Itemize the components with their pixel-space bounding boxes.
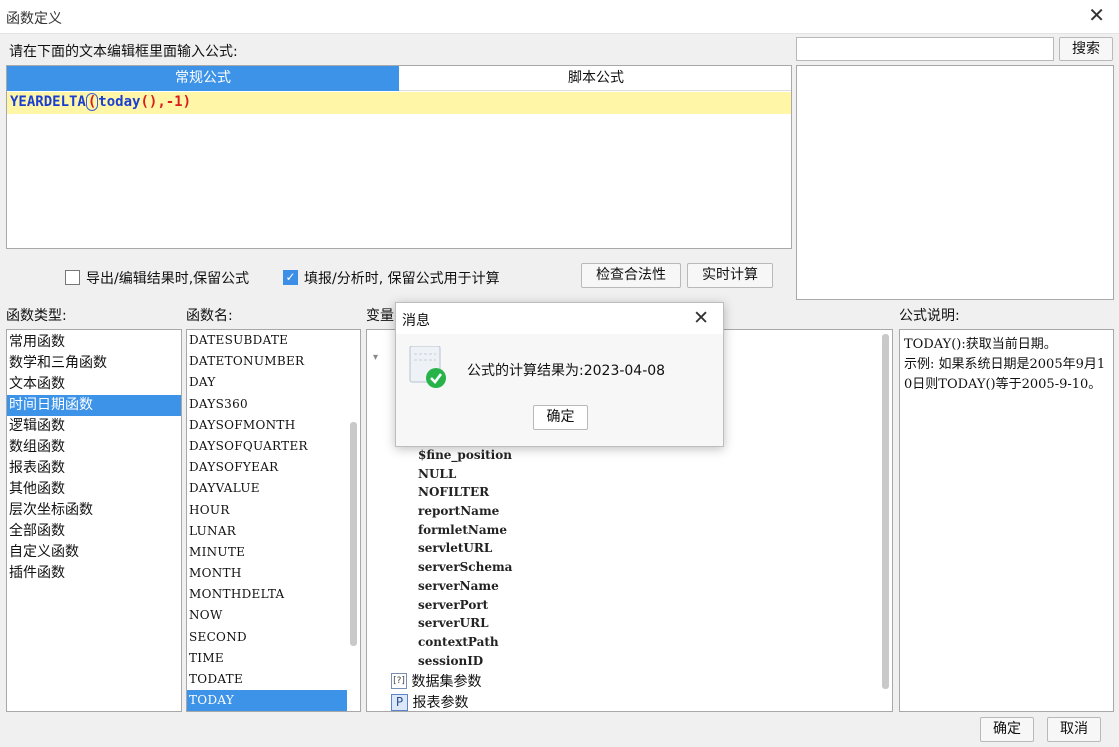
list-item[interactable]: DAYSOFYEAR — [187, 457, 347, 478]
list-item[interactable]: formletName — [418, 521, 512, 540]
list-item[interactable]: DATESUBDATE — [187, 330, 347, 351]
tab-normal-formula[interactable]: 常规公式 — [7, 66, 399, 91]
formula-call: () — [140, 94, 158, 110]
tree-group-label: 数据集参数 — [411, 674, 482, 690]
description-text: TODAY():获取当前日期。 示例: 如果系统日期是2005年9月10日则TO… — [904, 337, 1106, 392]
list-item[interactable]: DAYSOFMONTH — [187, 415, 347, 436]
success-icon — [409, 345, 447, 390]
list-item[interactable]: DAY — [187, 372, 347, 393]
list-item[interactable]: 逻辑函数 — [7, 416, 181, 437]
dialog-ok-button[interactable]: 确定 — [533, 405, 588, 430]
list-item[interactable]: SECOND — [187, 627, 347, 648]
func-names-scrollbar[interactable] — [350, 422, 357, 646]
search-results-panel[interactable] — [796, 65, 1114, 300]
export-keep-checkbox[interactable] — [65, 270, 80, 285]
export-keep-label: 导出/编辑结果时,保留公式 — [86, 271, 250, 287]
message-dialog: 消息 ✕ 公式的计算结果为:2023-04-08 确定 — [395, 302, 724, 447]
variables-scrollbar[interactable] — [882, 334, 889, 689]
list-item[interactable]: 常用函数 — [7, 332, 181, 353]
list-item[interactable]: DAYS360 — [187, 394, 347, 415]
func-names-label: 函数名: — [186, 308, 233, 324]
list-item[interactable]: HOUR — [187, 500, 347, 521]
formula-input-line[interactable]: YEARDELTA(today(),-1) — [7, 92, 791, 114]
list-item[interactable]: 数组函数 — [7, 437, 181, 458]
list-item[interactable]: 报表函数 — [7, 458, 181, 479]
func-names-list: DATESUBDATE DATETONUMBER DAY DAYS360 DAY… — [186, 329, 361, 712]
list-item[interactable]: serverURL — [418, 614, 512, 633]
ok-button[interactable]: 确定 — [980, 717, 1034, 742]
realtime-calc-button[interactable]: 实时计算 — [687, 263, 773, 288]
list-item[interactable]: 文本函数 — [7, 374, 181, 395]
fill-keep-label: 填报/分析时, 保留公式用于计算 — [304, 271, 500, 287]
list-item[interactable]: 自定义函数 — [7, 542, 181, 563]
list-item[interactable]: TODATE — [187, 669, 347, 690]
dialog-message: 公式的计算结果为:2023-04-08 — [467, 363, 666, 379]
list-item[interactable]: NOFILTER — [418, 483, 512, 502]
fill-keep-checkbox[interactable]: ✓ — [283, 270, 298, 285]
formula-rest: ,-1) — [157, 94, 192, 110]
list-item[interactable]: 全部函数 — [7, 521, 181, 542]
list-item[interactable]: reportName — [418, 502, 512, 521]
list-item-selected[interactable]: 时间日期函数 — [7, 395, 181, 416]
formula-open-paren: ( — [85, 93, 99, 111]
list-item[interactable]: serverPort — [418, 596, 512, 615]
tree-expand-icon[interactable]: ▾ — [373, 352, 378, 363]
formula-arg: today — [98, 94, 141, 110]
list-item[interactable]: 插件函数 — [7, 563, 181, 584]
list-item[interactable]: NULL — [418, 465, 512, 484]
list-item[interactable]: DATETONUMBER — [187, 351, 347, 372]
search-input[interactable] — [796, 37, 1054, 61]
list-item[interactable]: NOW — [187, 605, 347, 626]
window-title: 函数定义 — [6, 11, 62, 27]
list-item[interactable]: serverSchema — [418, 558, 512, 577]
variables-label: 变量 — [366, 308, 394, 324]
tree-group-label: 报表参数 — [412, 695, 469, 711]
list-item-selected[interactable]: TODAY — [187, 690, 347, 711]
func-types-label: 函数类型: — [6, 308, 67, 324]
title-bar: 函数定义 ✕ — [0, 0, 1119, 34]
dataset-params-icon: [?] — [391, 673, 407, 689]
tab-script-formula[interactable]: 脚本公式 — [399, 66, 791, 91]
dialog-title: 消息 — [402, 313, 430, 329]
formula-func: YEARDELTA — [10, 94, 86, 110]
description-panel: TODAY():获取当前日期。 示例: 如果系统日期是2005年9月10日则TO… — [899, 329, 1114, 712]
list-item[interactable]: servletURL — [418, 539, 512, 558]
dialog-title-bar: 消息 ✕ — [396, 303, 723, 334]
list-item[interactable]: LUNAR — [187, 521, 347, 542]
list-item[interactable]: MINUTE — [187, 542, 347, 563]
list-item[interactable]: $fine_position — [418, 446, 512, 465]
func-types-list: 常用函数 数学和三角函数 文本函数 时间日期函数 逻辑函数 数组函数 报表函数 … — [6, 329, 182, 712]
tree-group-report-params[interactable]: P 报表参数 — [391, 692, 469, 711]
list-item[interactable]: DAYVALUE — [187, 478, 347, 499]
formula-text: YEARDELTA(today(),-1) — [10, 93, 192, 111]
list-item[interactable]: contextPath — [418, 633, 512, 652]
close-icon[interactable]: ✕ — [1088, 5, 1105, 25]
list-item[interactable]: sessionID — [418, 652, 512, 671]
description-label: 公式说明: — [899, 308, 960, 324]
list-item[interactable]: 层次坐标函数 — [7, 500, 181, 521]
list-item[interactable]: 数学和三角函数 — [7, 353, 181, 374]
list-item[interactable]: MONTHDELTA — [187, 584, 347, 605]
search-button[interactable]: 搜索 — [1059, 37, 1113, 61]
check-validity-button[interactable]: 检查合法性 — [581, 263, 681, 288]
list-item[interactable]: 其他函数 — [7, 479, 181, 500]
list-item[interactable]: MONTH — [187, 563, 347, 584]
editor-prompt-label: 请在下面的文本编辑框里面输入公式: — [9, 44, 238, 60]
list-item[interactable]: serverName — [418, 577, 512, 596]
formula-editor-panel: 常规公式 脚本公式 YEARDELTA(today(),-1) — [6, 65, 792, 249]
cancel-button[interactable]: 取消 — [1047, 717, 1101, 742]
dialog-close-icon[interactable]: ✕ — [693, 307, 709, 329]
list-item[interactable]: DAYSOFQUARTER — [187, 436, 347, 457]
list-item[interactable]: TIME — [187, 648, 347, 669]
report-params-icon: P — [391, 693, 408, 711]
tree-group-dataset-params[interactable]: [?] 数据集参数 — [391, 671, 481, 691]
